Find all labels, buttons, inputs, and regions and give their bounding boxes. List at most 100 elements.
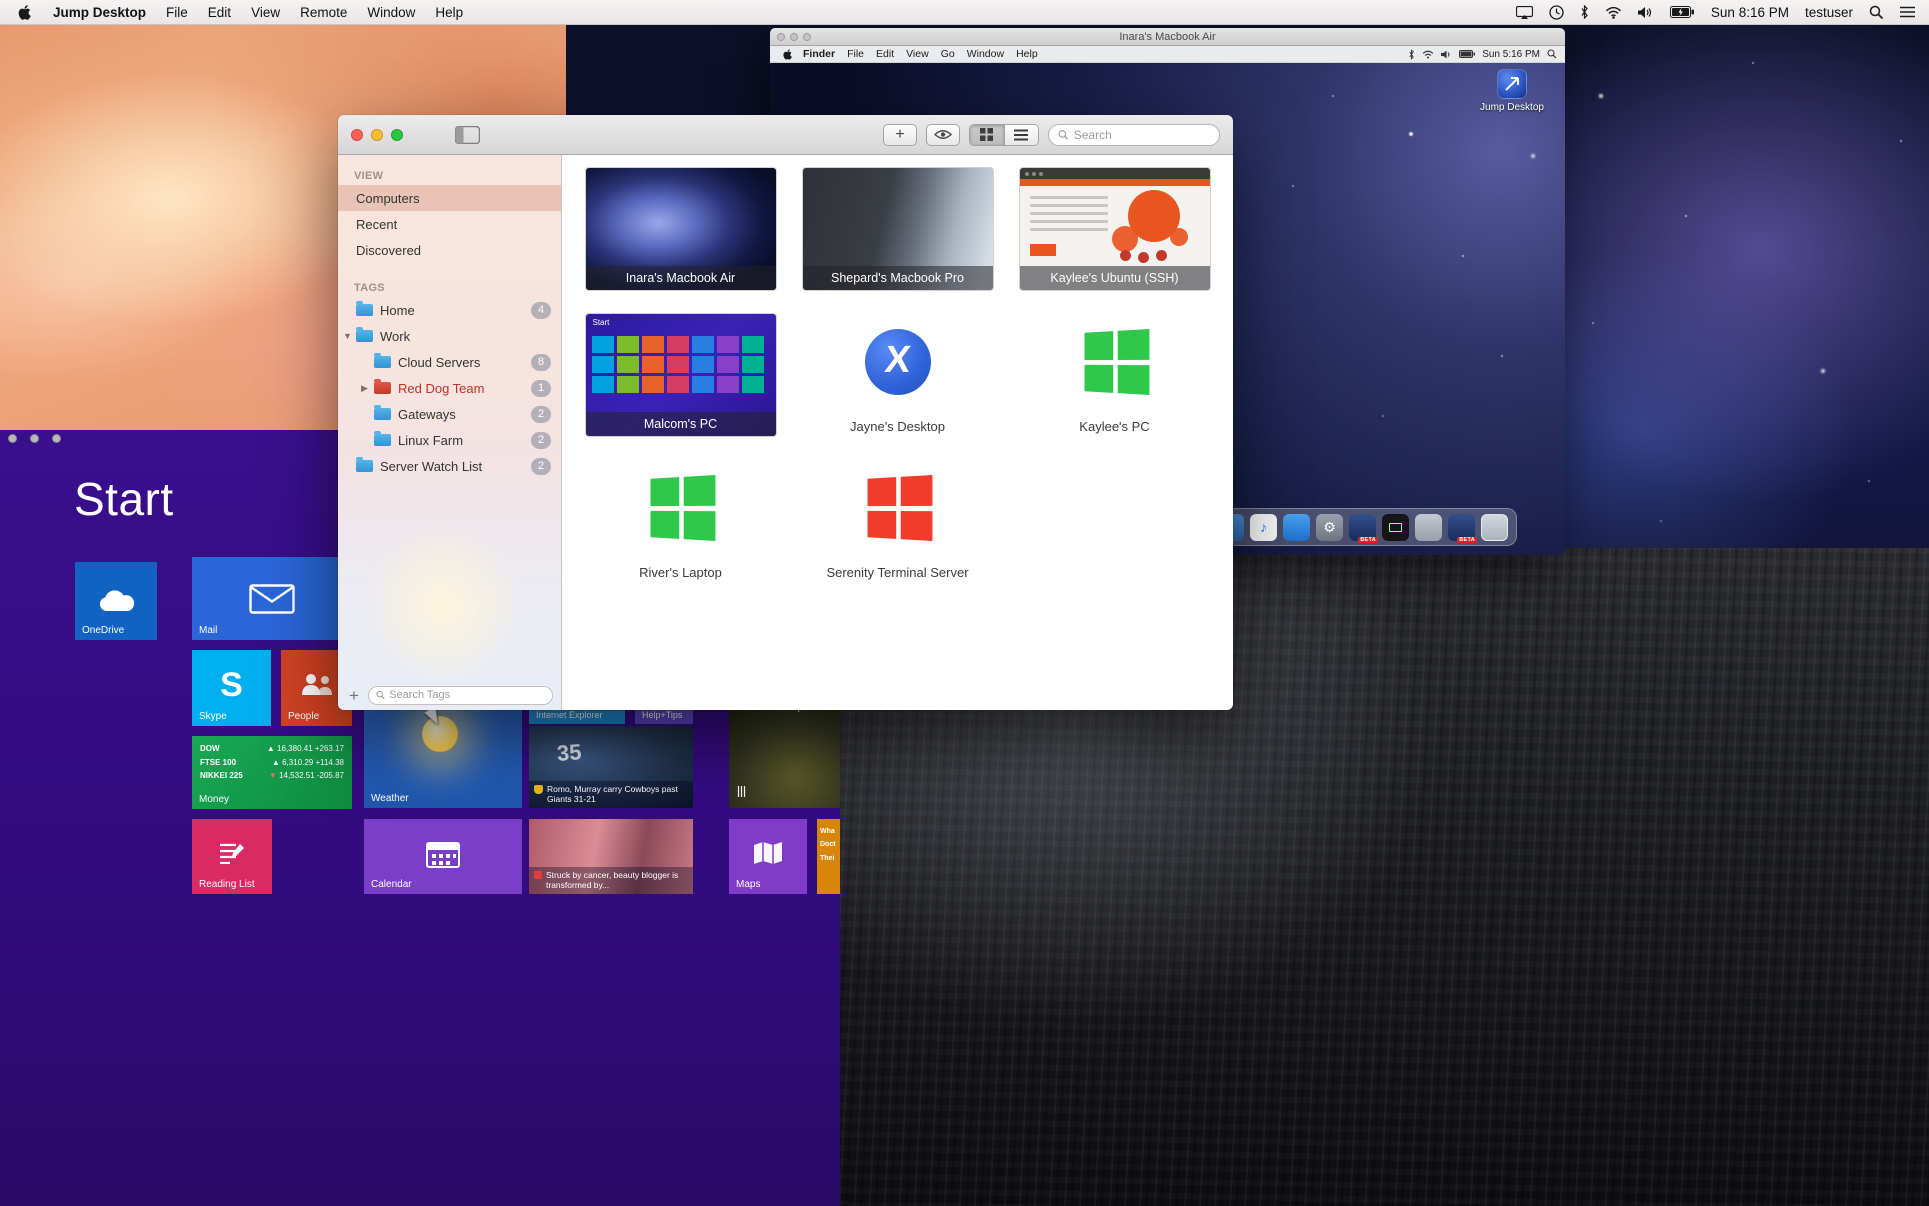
menu-view[interactable]: View	[241, 5, 290, 20]
remote-menu-edit[interactable]: Edit	[870, 48, 900, 60]
sidebar-tag-gateways[interactable]: Gateways 2	[338, 401, 561, 427]
window-control-dot[interactable]	[8, 434, 17, 443]
computer-name: Malcom's PC	[644, 417, 717, 431]
menu-remote[interactable]: Remote	[290, 5, 357, 20]
computer-item-kaylee-pc[interactable]: Kaylee's PC	[1020, 314, 1210, 436]
remote-titlebar[interactable]: Inara's Macbook Air	[770, 28, 1565, 46]
remote-clock[interactable]: Sun 5:16 PM	[1482, 49, 1540, 60]
remote-menu-file[interactable]: File	[841, 48, 870, 60]
tile-sports-news[interactable]: 35 Romo, Murray carry Cowboys past Giant…	[529, 726, 693, 808]
zoom-button[interactable]	[803, 33, 811, 41]
computer-name: Inara's Macbook Air	[626, 271, 735, 285]
tile-maps[interactable]: Maps	[729, 819, 807, 894]
bluetooth-icon[interactable]	[1580, 5, 1589, 19]
menu-bar-username[interactable]: testuser	[1805, 5, 1853, 20]
sidebar-tag-red-dog-team[interactable]: ▶ Red Dog Team 1	[338, 375, 561, 401]
computer-item-river[interactable]: River's Laptop	[586, 460, 776, 582]
volume-icon[interactable]	[1638, 6, 1654, 19]
search-icon[interactable]	[1547, 49, 1557, 59]
menu-bar-clock[interactable]: Sun 8:16 PM	[1711, 5, 1789, 20]
tile-calendar[interactable]: Calendar	[364, 819, 522, 894]
window-titlebar[interactable]: +	[338, 115, 1233, 155]
apple-menu[interactable]	[6, 5, 43, 20]
tile-money[interactable]: DOW▲ 16,380.41 +263.17 FTSE 100▲ 6,310.2…	[192, 736, 352, 809]
remote-menu-help[interactable]: Help	[1010, 48, 1044, 60]
apple-menu-icon[interactable]	[778, 49, 797, 60]
jump-beta-dock-icon[interactable]: BETA	[1349, 514, 1376, 541]
disclosure-triangle-icon[interactable]: ▶	[361, 383, 374, 394]
terminal-dock-icon[interactable]	[1382, 514, 1409, 541]
computer-item-shepard[interactable]: Shepard's Macbook Pro	[803, 168, 993, 290]
battery-icon[interactable]	[1670, 6, 1695, 18]
remote-menu-go[interactable]: Go	[935, 48, 961, 60]
music-dock-icon[interactable]: ♪	[1250, 514, 1277, 541]
disclosure-triangle-icon[interactable]: ▼	[343, 331, 356, 341]
window-control-dot[interactable]	[52, 434, 61, 443]
tile-reading-list[interactable]: Reading List	[192, 819, 272, 894]
computer-item-inara[interactable]: Inara's Macbook Air	[586, 168, 776, 290]
settings-dock-icon[interactable]: ⚙	[1316, 514, 1343, 541]
jump-desktop-shortcut[interactable]: Jump Desktop	[1477, 69, 1547, 113]
add-computer-button[interactable]: +	[883, 124, 917, 146]
menu-edit[interactable]: Edit	[198, 5, 241, 20]
preview-button[interactable]	[926, 124, 960, 146]
count-badge: 2	[531, 406, 551, 423]
computer-item-serenity[interactable]: Serenity Terminal Server	[803, 460, 993, 582]
tile-onedrive[interactable]: OneDrive	[75, 562, 157, 640]
sidebar-item-recent[interactable]: Recent	[338, 211, 561, 237]
computer-item-kaylee-ubuntu[interactable]: Kaylee's Ubuntu (SSH)	[1020, 168, 1210, 290]
tile-label: Skype	[199, 711, 227, 722]
volume-icon[interactable]	[1441, 50, 1452, 59]
close-button[interactable]	[777, 33, 785, 41]
appstore-dock-icon[interactable]	[1283, 514, 1310, 541]
remote-menu-finder[interactable]: Finder	[797, 48, 841, 60]
remote-menu-view[interactable]: View	[900, 48, 935, 60]
utility-dock-icon[interactable]	[1415, 514, 1442, 541]
search-field[interactable]	[1048, 124, 1220, 146]
minimize-button[interactable]	[371, 129, 383, 141]
notification-center-icon[interactable]	[1900, 6, 1915, 18]
app-menu[interactable]: Jump Desktop	[43, 5, 156, 20]
menu-file[interactable]: File	[156, 5, 198, 20]
sidebar-item-discovered[interactable]: Discovered	[338, 237, 561, 263]
jump-desktop-window[interactable]: + VIEW Computers Recent Discovered TAGS	[338, 115, 1233, 710]
sidebar-toggle-button[interactable]	[455, 126, 480, 144]
wifi-icon[interactable]	[1422, 50, 1434, 59]
menu-window[interactable]: Window	[357, 5, 425, 20]
airplay-icon[interactable]	[1516, 6, 1533, 19]
battery-icon[interactable]	[1459, 50, 1475, 58]
sidebar-tag-home[interactable]: Home 4	[338, 297, 561, 323]
computer-name: River's Laptop	[586, 565, 776, 580]
bluetooth-icon[interactable]	[1408, 49, 1415, 60]
sidebar-tag-server-watch-list[interactable]: Server Watch List 2	[338, 453, 561, 479]
tile-photo-news[interactable]: Struck by cancer, beauty blogger is tran…	[529, 819, 693, 894]
search-input[interactable]	[1074, 128, 1210, 142]
sidebar-tag-cloud-servers[interactable]: Cloud Servers 8	[338, 349, 561, 375]
add-tag-button[interactable]: +	[346, 687, 362, 704]
menu-help[interactable]: Help	[425, 5, 473, 20]
computer-item-jayne[interactable]: X Jayne's Desktop	[803, 314, 993, 436]
zoom-button[interactable]	[391, 129, 403, 141]
spotlight-search-icon[interactable]	[1869, 5, 1884, 20]
remote-menu-window[interactable]: Window	[961, 48, 1010, 60]
tile-food-news[interactable]: Grilled Pork Spar	[729, 696, 840, 808]
grid-view-button[interactable]	[970, 125, 1004, 145]
trash-dock-icon[interactable]	[1481, 514, 1508, 541]
tile-mail[interactable]: Mail	[192, 557, 352, 640]
list-view-button[interactable]	[1004, 125, 1039, 145]
time-machine-icon[interactable]	[1549, 5, 1564, 20]
jump-beta-dock-icon[interactable]: BETA	[1448, 514, 1475, 541]
close-button[interactable]	[351, 129, 363, 141]
computer-item-malcom[interactable]: Start Malcom's PC	[586, 314, 776, 436]
sidebar-item-computers[interactable]: Computers	[338, 185, 561, 211]
tag-search-input[interactable]	[389, 689, 545, 701]
tag-search-field[interactable]	[368, 686, 553, 705]
remote-dock[interactable]: ♪ ⚙ BETA BETA	[1208, 508, 1517, 546]
minimize-button[interactable]	[790, 33, 798, 41]
tile-news-clipped[interactable]: Wha Doct Thei	[817, 819, 840, 894]
window-control-dot[interactable]	[30, 434, 39, 443]
wifi-icon[interactable]	[1605, 6, 1622, 19]
sidebar-tag-work[interactable]: ▼ Work	[338, 323, 561, 349]
tile-skype[interactable]: S Skype	[192, 650, 271, 726]
sidebar-tag-linux-farm[interactable]: Linux Farm 2	[338, 427, 561, 453]
